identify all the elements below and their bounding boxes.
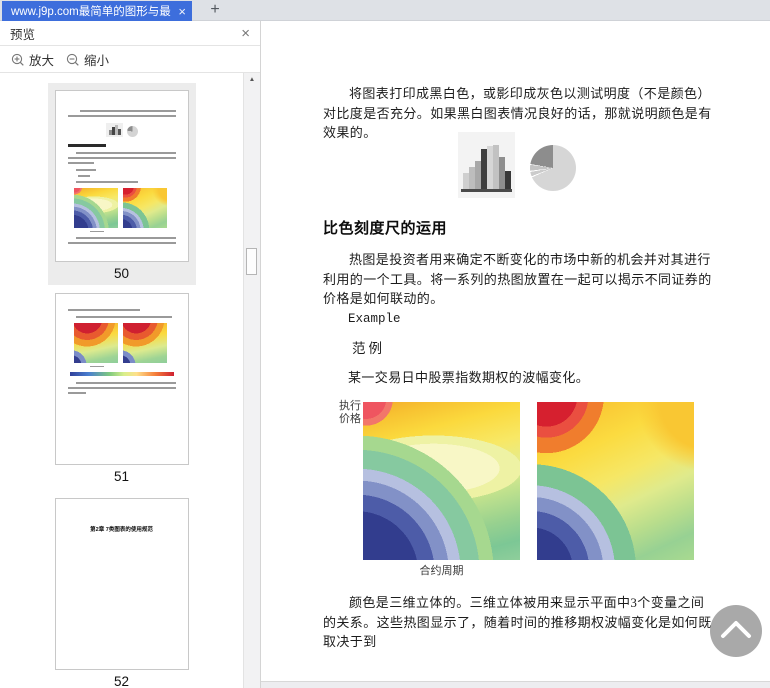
grayscale-bar-chart-image (458, 132, 515, 198)
text-line (75, 382, 176, 384)
document-view: 将图表打印成黑白色，或影印成灰色以测试明度（不是颜色）对比度是否充分。如果黑白图… (261, 21, 770, 688)
text-line (67, 162, 94, 164)
example-caption: 某一交易日中股票指数期权的波幅变化。 (348, 370, 590, 385)
grayscale-pie-chart-image (530, 145, 576, 191)
paragraph-2: 热图是投资者用来确定不断变化的市场中新的机会并对其进行利用的一个工具。将一系列的… (323, 252, 712, 306)
heading-line (67, 144, 106, 147)
mini-heatmap-right (122, 188, 167, 228)
browser-tab-strip: www.j9p.com最简单的图形与最 × + (0, 0, 770, 21)
thumbnail-number: 51 (113, 469, 130, 484)
mini-bar-chart (105, 123, 123, 137)
y-axis-label-line: 价格 (339, 413, 361, 425)
text-line (75, 152, 176, 154)
thumbnail-page-51[interactable]: 51 (54, 293, 189, 488)
mini-heatmaps (73, 323, 188, 363)
text-line (75, 181, 138, 183)
bar (505, 171, 511, 190)
mini-heatmaps (73, 188, 188, 228)
panel-header: 预览 × (0, 21, 260, 46)
zoom-out-button[interactable]: 缩小 (66, 50, 109, 69)
sidebar-scrollbar[interactable]: ▲ (243, 73, 260, 688)
heatmap-right-image (537, 402, 694, 560)
section-heading: 比色刻度尺的运用 (323, 220, 448, 237)
caption-line (89, 231, 104, 232)
caption-line (89, 366, 104, 367)
text-line (67, 387, 176, 389)
scroll-up-icon[interactable]: ▲ (244, 76, 260, 84)
example-label-zh: 范例 (352, 341, 385, 356)
chapter-heading: 第2章 7类图表的使用规范 (90, 527, 153, 533)
mini-pie-chart (126, 126, 138, 137)
text-line (67, 157, 176, 159)
browser-tab[interactable]: www.j9p.com最简单的图形与最 × (2, 1, 192, 21)
panel-toolbar: 放大 缩小 (0, 47, 260, 73)
zoom-in-label: 放大 (29, 54, 55, 68)
text-line (67, 309, 140, 311)
text-line (67, 392, 86, 394)
preview-panel: 预览 × 放大 缩小 50 51 第2章 7类图表的使用规范 52 ▲ (0, 21, 261, 688)
tab-title: www.j9p.com最简单的图形与最 (11, 6, 171, 18)
paragraph-3: 颜色是三维立体的。三维立体被用来显示平面中3个变量之间的关系。这些热图显示了，随… (323, 595, 712, 649)
y-axis-label-line: 执行 (339, 400, 361, 412)
mini-heatmap-right (122, 323, 167, 363)
thumbnail-number: 50 (113, 266, 130, 281)
scroll-to-top-button[interactable] (710, 605, 762, 657)
scrollbar-thumb[interactable] (246, 248, 257, 275)
thumbnail-page-50[interactable]: 50 (47, 83, 196, 285)
bottom-bar (261, 681, 770, 688)
zoom-out-label: 缩小 (84, 54, 110, 68)
chevron-up-icon (719, 618, 753, 645)
panel-title: 预览 (10, 27, 36, 42)
tab-close-icon[interactable]: × (178, 5, 186, 18)
thumbnail-number: 52 (113, 674, 130, 688)
x-axis-label: 合约周期 (419, 565, 464, 577)
text-line (67, 115, 176, 117)
new-tab-button[interactable]: + (204, 0, 226, 21)
panel-close-icon[interactable]: × (241, 26, 250, 41)
mini-charts (56, 123, 188, 137)
paragraph-1: 将图表打印成黑白色，或影印成灰色以测试明度（不是颜色）对比度是否充分。如果黑白图… (323, 86, 712, 140)
axis-line (461, 189, 512, 192)
thumbnail-list: 50 51 第2章 7类图表的使用规范 52 (0, 73, 243, 688)
thumbnail-preview-51 (54, 293, 189, 465)
mini-color-scale (69, 372, 174, 376)
text-line (79, 110, 176, 112)
heatmap-left-image (363, 402, 520, 560)
zoom-in-button[interactable]: 放大 (11, 50, 54, 69)
mini-heatmap-left (73, 188, 118, 228)
example-label-en: Example (348, 312, 401, 326)
browser-window: www.j9p.com最简单的图形与最 × + 预览 × 放大 缩小 50 51… (0, 0, 770, 688)
y-axis-label: 执行 价格 (339, 400, 361, 426)
text-line (75, 237, 176, 239)
mini-heatmap-left (73, 323, 118, 363)
magnifier-minus-icon (66, 53, 80, 67)
thumbnail-page-52[interactable]: 第2章 7类图表的使用规范 52 (54, 498, 189, 688)
text-line (77, 175, 90, 177)
text-line (67, 242, 176, 244)
magnifier-plus-icon (11, 53, 25, 67)
text-line (75, 316, 172, 318)
text-line (75, 169, 96, 171)
bar (117, 129, 121, 135)
plus-icon: + (210, 1, 220, 18)
thumbnail-preview-52: 第2章 7类图表的使用规范 (54, 498, 189, 670)
thumbnail-preview-50 (54, 90, 189, 262)
